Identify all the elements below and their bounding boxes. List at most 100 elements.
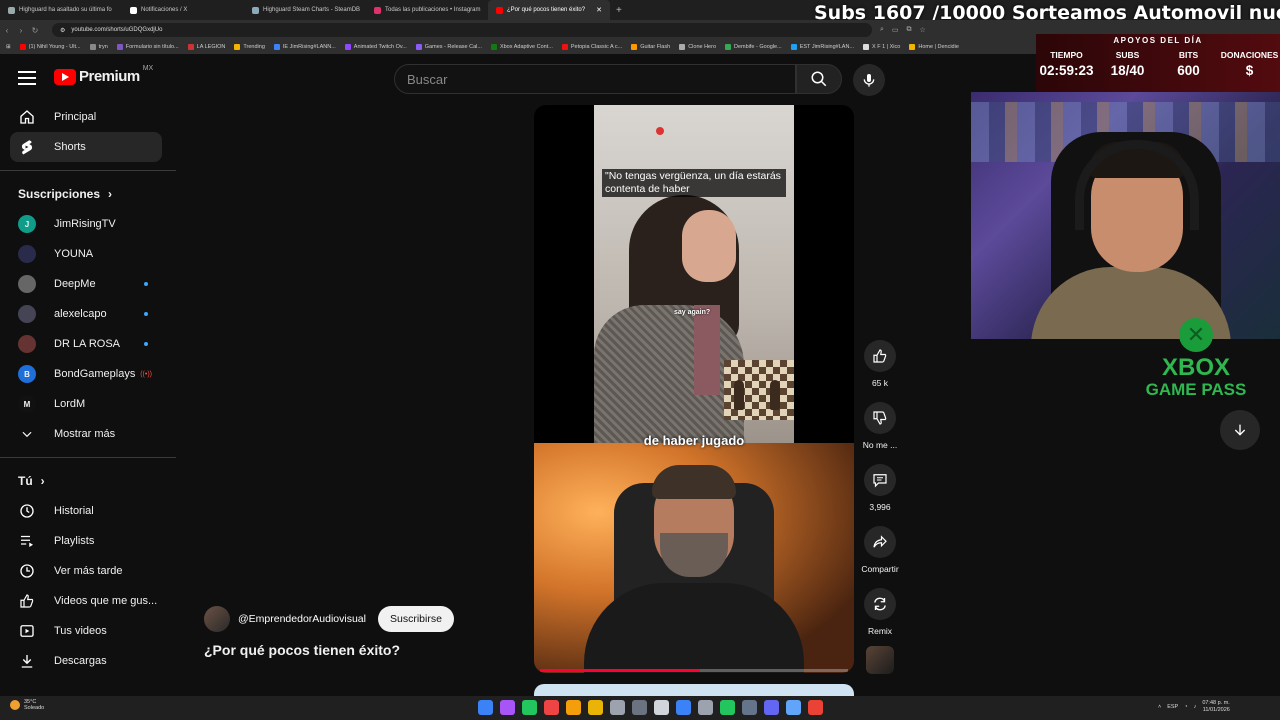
search-button[interactable] (796, 64, 842, 94)
menu-icon[interactable] (18, 71, 36, 85)
sidebar-item-subscription[interactable]: alexelcapo (10, 299, 162, 329)
taskbar-app-icon[interactable] (500, 700, 515, 715)
show-more-button[interactable]: Mostrar más (10, 419, 162, 449)
sidebar-item-playlists[interactable]: Playlists (10, 526, 162, 556)
sidebar-item-downloads[interactable]: Descargas (10, 646, 162, 676)
tray-chevron-icon[interactable]: ˄ (1158, 704, 1161, 710)
bookmark-item[interactable]: Formulario sin título... (116, 44, 179, 50)
browser-tab[interactable]: ¿Por qué pocos tienen éxito? ✕ (488, 0, 610, 20)
taskbar-app-icon[interactable] (610, 700, 625, 715)
apps-grid-icon[interactable]: ⊞ (6, 44, 11, 50)
taskbar-app-icon[interactable] (786, 700, 801, 715)
sidebar-item-history[interactable]: Historial (10, 496, 162, 526)
video-progress-bar[interactable] (540, 669, 848, 672)
bookmark-item[interactable]: Guitar Flash (631, 44, 670, 50)
wifi-icon[interactable]: ◔ (1184, 704, 1187, 710)
subscribe-button[interactable]: Suscribirse (377, 606, 454, 632)
bookmark-label: Formulario sin título... (125, 44, 179, 50)
taskbar-app-icon[interactable] (522, 700, 537, 715)
sidebar-item-watch-later[interactable]: Ver más tarde (10, 556, 162, 586)
forward-icon[interactable]: › (14, 26, 28, 35)
sidebar-item-principal[interactable]: Principal (10, 102, 162, 132)
bookmark-item[interactable]: Xbox Adaptive Cont... (490, 44, 553, 50)
next-short-preview[interactable] (534, 684, 854, 696)
browser-tab[interactable]: Highguard ha asaltado su última fo (0, 0, 122, 20)
channel-avatar[interactable] (204, 606, 230, 632)
bookmark-item[interactable]: Animated Twitch Ov... (344, 44, 407, 50)
channel-name[interactable]: @EmprendedorAudiovisual (238, 613, 366, 625)
bookmark-item[interactable]: Dembife - Google... (725, 44, 782, 50)
bookmark-favicon-icon (790, 44, 797, 50)
youtube-premium-logo[interactable]: Premium MX (54, 65, 153, 85)
video-title[interactable]: ¿Por qué pocos tienen éxito? (204, 642, 454, 658)
sidebar-item-subscription[interactable]: DR LA ROSA (10, 329, 162, 359)
dislike-button[interactable]: No me ... (858, 402, 902, 450)
bookmark-label: Clone Hero (688, 44, 717, 50)
taskbar-app-icon[interactable] (764, 700, 779, 715)
reload-icon[interactable]: ↻ (28, 26, 42, 35)
taskbar-app-icon[interactable] (588, 700, 603, 715)
zoom-icon[interactable]: ⌕ (880, 26, 884, 34)
windows-start-icon[interactable] (478, 700, 493, 715)
like-button[interactable]: 65 k (858, 340, 902, 388)
browser-tab[interactable]: Todas las publicaciones • Instagram (366, 0, 488, 20)
you-heading[interactable]: Tú › (0, 466, 176, 496)
sidebar-item-your-videos[interactable]: Tus videos (10, 616, 162, 646)
next-short-button[interactable] (1220, 410, 1260, 450)
sidebar-item-subscription[interactable]: J JimRisingTV (10, 209, 162, 239)
taskbar-app-icon[interactable] (676, 700, 691, 715)
bookmark-star-icon[interactable]: ☆ (920, 26, 926, 34)
cast-icon[interactable]: ▭ (892, 26, 899, 34)
bookmark-item[interactable]: tryn (89, 44, 108, 50)
subscriptions-heading[interactable]: Suscripciones › (0, 179, 176, 209)
bookmark-label: Games - Release Cal... (424, 44, 482, 50)
sidebar-item-shorts[interactable]: Shorts (10, 132, 162, 162)
back-icon[interactable]: ‹ (0, 26, 14, 35)
search-input[interactable]: Buscar (394, 64, 796, 94)
bookmark-item[interactable]: Petopia Classic A c... (561, 44, 622, 50)
arrow-down-icon (1234, 424, 1246, 436)
url-field[interactable]: ⚙ youtube.com/shorts/uGDQGxdjUo (52, 23, 872, 37)
taskbar-app-icon[interactable] (698, 700, 713, 715)
bookmark-item[interactable]: EST JimRising#LAN... (790, 44, 855, 50)
browser-tab[interactable]: Notificaciones / X (122, 0, 244, 20)
clock[interactable]: 07:48 p. m. 11/01/2026 (1202, 700, 1230, 714)
tab-title: Highguard Steam Charts - SteamDB (263, 7, 361, 13)
bookmark-item[interactable]: Clone Hero (679, 44, 716, 50)
sidebar-item-subscription[interactable]: YOUNA (10, 239, 162, 269)
taskbar-app-icon[interactable] (654, 700, 669, 715)
sidebar-item-liked-videos[interactable]: Videos que me gus... (10, 586, 162, 616)
close-tab-icon[interactable]: ✕ (596, 6, 602, 14)
sidebar-item-subscription[interactable]: DeepMe (10, 269, 162, 299)
voice-search-button[interactable] (853, 64, 885, 96)
remix-button[interactable]: Remix (858, 588, 902, 636)
bookmark-item[interactable]: IE JimRising#LANN... (273, 44, 336, 50)
bookmark-item[interactable]: (1) Nihil Young - Ult... (19, 44, 81, 50)
taskbar-app-icon[interactable] (566, 700, 581, 715)
bookmark-item[interactable]: X F 1 | Xico (863, 44, 900, 50)
bookmark-label: EST JimRising#LAN... (799, 44, 855, 50)
extensions-icon[interactable]: ⧉ (907, 26, 912, 34)
taskbar-app-icon[interactable] (808, 700, 823, 715)
sidebar-item-subscription[interactable]: M LordM (10, 389, 162, 419)
channel-thumbnail[interactable] (866, 646, 894, 674)
bookmark-item[interactable]: Trending (234, 44, 265, 50)
weather-widget[interactable]: 35°C Soleado (10, 699, 44, 711)
url-text: youtube.com/shorts/uGDQGxdjUo (71, 27, 163, 33)
taskbar-app-icon[interactable] (720, 700, 735, 715)
volume-icon[interactable]: ♪ (1194, 704, 1197, 710)
site-info-icon[interactable]: ⚙ (60, 27, 65, 34)
taskbar-app-icon[interactable] (742, 700, 757, 715)
sidebar-item-subscription[interactable]: B BondGameplays ((•)) (10, 359, 162, 389)
share-button[interactable]: Compartir (858, 526, 902, 574)
taskbar-app-icon[interactable] (544, 700, 559, 715)
taskbar-app-icon[interactable] (632, 700, 647, 715)
new-tab-icon[interactable]: + (610, 5, 628, 16)
short-video-player[interactable]: "No tengas vergüenza, un día estarás con… (534, 105, 854, 673)
browser-tab[interactable]: Highguard Steam Charts - SteamDB (244, 0, 366, 20)
bookmark-item[interactable]: Games - Release Cal... (415, 44, 482, 50)
language-indicator[interactable]: ESP (1167, 704, 1178, 710)
bookmark-item[interactable]: Home | Dencidie (909, 44, 959, 50)
bookmark-item[interactable]: LA LEGION (187, 44, 225, 50)
comment-button[interactable]: 3,996 (858, 464, 902, 512)
